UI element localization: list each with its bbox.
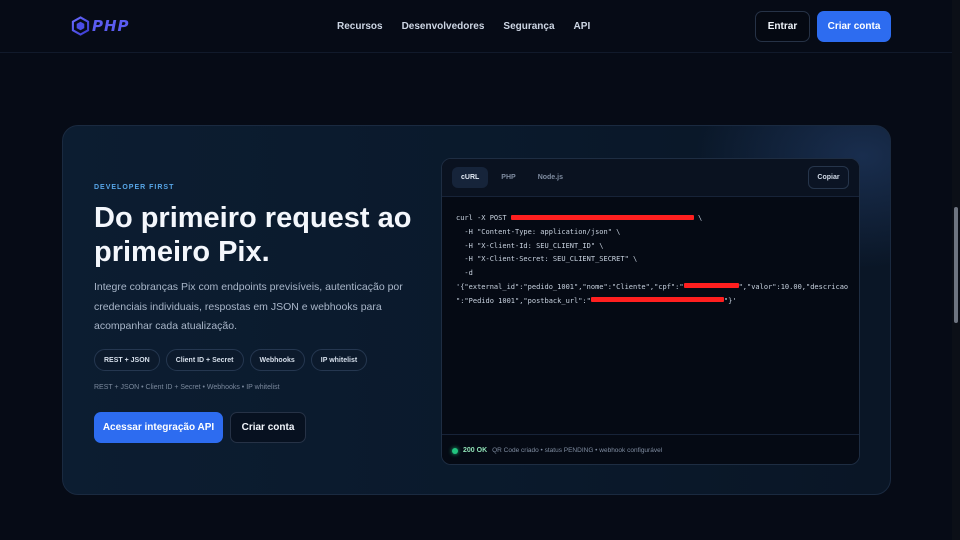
chip-ip-whitelist: IP whitelist [310, 349, 368, 371]
response-status-bar: 200 OK QR Code criado • status PENDING •… [442, 434, 859, 464]
code-line: curl -X POST \ [456, 214, 703, 222]
nav-recursos[interactable]: Recursos [337, 21, 383, 32]
code-line: -H "Content-Type: application/json" \ [456, 227, 621, 236]
code-line: -H "X-Client-Secret: SEU_CLIENT_SECRET" … [456, 255, 638, 264]
status-code: 200 OK [463, 447, 488, 454]
code-line: ":"Pedido 1001","postback_url":" "}' [456, 296, 737, 305]
code-snippet: curl -X POST \ -H "Content-Type: applica… [456, 212, 856, 309]
scrollbar-thumb[interactable] [954, 207, 958, 323]
hero-eyebrow: DEVELOPER FIRST [94, 184, 175, 191]
tab-php[interactable]: PHP [492, 167, 524, 188]
code-tabs-bar: cURL PHP Node.js Copiar [442, 159, 859, 197]
php-logo-icon [71, 16, 90, 36]
access-api-button[interactable]: Acessar integração API [94, 412, 223, 443]
main-nav: Recursos Desenvolvedores Segurança API [337, 21, 590, 32]
code-line: '{"external_id":"pedido_1001","nome":"Cl… [456, 282, 849, 291]
redacted-cpf [683, 283, 739, 289]
chip-webhooks: Webhooks [249, 349, 305, 371]
login-button[interactable]: Entrar [755, 11, 810, 42]
hero-description: Integre cobranças Pix com endpoints prev… [94, 281, 403, 332]
nav-desenvolvedores[interactable]: Desenvolvedores [402, 21, 485, 32]
copy-button[interactable]: Copiar [808, 166, 849, 189]
site-header: PHP Recursos Desenvolvedores Segurança A… [0, 0, 952, 53]
code-example-panel: cURL PHP Node.js Copiar curl -X POST \ -… [441, 158, 860, 465]
nav-api[interactable]: API [574, 21, 591, 32]
chip-rest-json: REST + JSON [94, 349, 160, 371]
logo[interactable]: PHP [71, 16, 130, 36]
feature-summary: REST + JSON • Client ID + Secret • Webho… [94, 384, 280, 391]
redacted-postback-url [590, 297, 724, 303]
status-text: QR Code criado • status PENDING • webhoo… [492, 447, 663, 454]
code-line: -d [456, 269, 473, 278]
tab-curl[interactable]: cURL [452, 167, 489, 188]
redacted-url [510, 214, 694, 220]
feature-chips: REST + JSON Client ID + Secret Webhooks … [94, 349, 368, 371]
hero-headline: Do primeiro request ao primeiro Pix. [94, 202, 412, 268]
chip-client-id-secret: Client ID + Secret [165, 349, 244, 371]
create-account-button[interactable]: Criar conta [230, 412, 306, 443]
status-dot-icon [452, 447, 458, 454]
signup-button[interactable]: Criar conta [817, 11, 891, 42]
code-line: -H "X-Client-Id: SEU_CLIENT_ID" \ [456, 241, 604, 250]
tab-nodejs[interactable]: Node.js [529, 167, 572, 188]
hero-card: DEVELOPER FIRST Do primeiro request ao p… [62, 125, 891, 495]
code-tabs: cURL PHP Node.js [452, 167, 572, 188]
logo-text: PHP [92, 17, 130, 35]
nav-seguranca[interactable]: Segurança [503, 21, 554, 32]
